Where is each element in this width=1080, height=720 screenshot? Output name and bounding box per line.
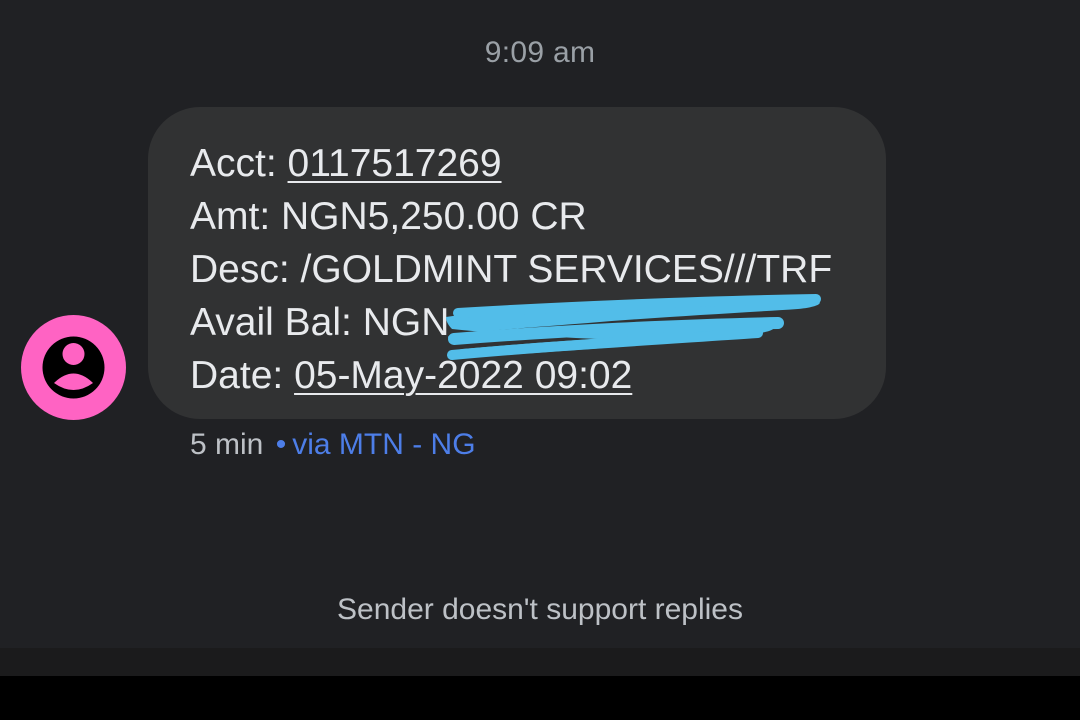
message-age: 5 min <box>190 428 264 461</box>
account-line: Acct: 0117517269 <box>190 137 886 190</box>
person-icon <box>42 336 105 399</box>
message-bubble[interactable]: Acct: 0117517269 Amt: NGN5,250.00 CR Des… <box>148 107 886 419</box>
message-meta: 5 min • via MTN - NG <box>190 428 476 462</box>
account-label: Acct: <box>190 142 288 185</box>
carrier-info: via MTN - NG <box>292 428 476 461</box>
sender-avatar[interactable] <box>21 315 126 420</box>
amount-line: Amt: NGN5,250.00 CR <box>190 195 587 238</box>
account-number-link[interactable]: 0117517269 <box>288 142 502 185</box>
date-label: Date: <box>190 354 295 397</box>
redaction-scribble <box>446 294 821 360</box>
meta-separator: • <box>275 428 287 461</box>
bottom-bar <box>0 648 1080 676</box>
message-timestamp: 9:09 am <box>484 36 596 69</box>
no-reply-notice: Sender doesn't support replies <box>337 593 743 626</box>
balance-label: Avail Bal: NGN <box>190 301 450 344</box>
message-thread: 9:09 am Acct: 0117517269 Amt: NGN5,250.0… <box>0 0 1080 676</box>
